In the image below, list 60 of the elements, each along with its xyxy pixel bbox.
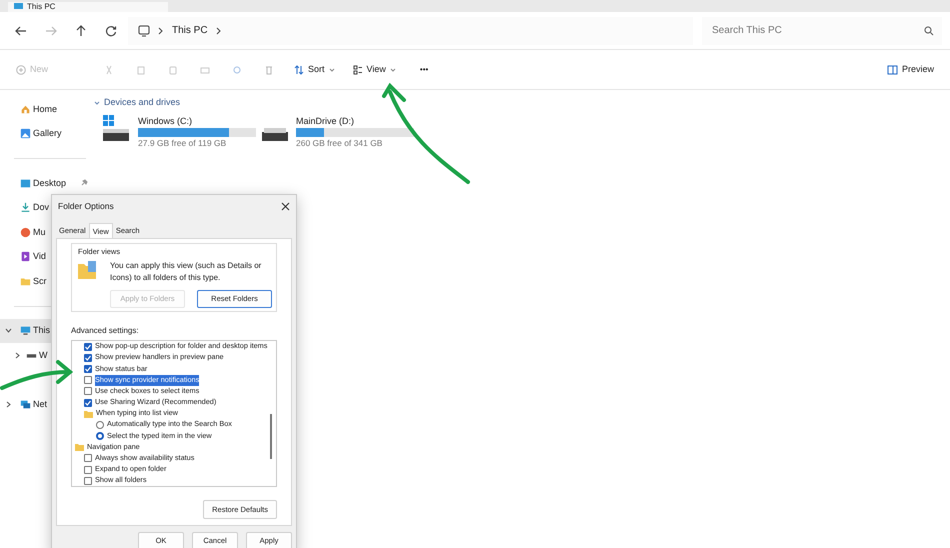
view-button[interactable]: View — [346, 60, 402, 80]
browser-tab[interactable]: This PC — [8, 2, 168, 12]
checkbox[interactable] — [84, 466, 92, 474]
folder-icon — [78, 260, 98, 280]
plus-icon — [16, 64, 26, 74]
drive-tile[interactable]: MainDrive (D:) 260 GB free of 341 GB — [262, 114, 412, 150]
drive-tile[interactable]: Windows (C:) 27.9 GB free of 119 GB — [102, 114, 252, 150]
preview-button[interactable]: Preview — [880, 60, 940, 80]
caret-icon — [328, 66, 335, 72]
checkbox[interactable] — [84, 387, 92, 396]
picture-icon — [20, 128, 31, 140]
chevron-icon[interactable] — [14, 352, 21, 359]
checkbox[interactable] — [84, 398, 92, 407]
address-bar[interactable]: This PC — [128, 16, 693, 44]
list-view-icon — [352, 64, 363, 74]
description-text: You can apply this view (such as Details or Icons) to all folders of this type. — [110, 260, 262, 284]
sidebar-item[interactable]: Scr — [0, 269, 90, 294]
folder-icon — [75, 443, 84, 452]
chevron-icon — [158, 26, 164, 36]
sort-button[interactable]: Sort — [288, 60, 341, 80]
back-icon[interactable] — [14, 24, 28, 38]
folder-icon — [84, 410, 93, 418]
home-icon — [20, 104, 31, 115]
dialog-title: Folder Options — [58, 200, 114, 213]
sidebar-item[interactable]: Net — [0, 392, 90, 416]
network-icon — [20, 398, 31, 410]
more-button[interactable]: ••• — [414, 60, 434, 78]
sidebar-item[interactable]: Desktop — [0, 171, 90, 196]
drive-usage-text: 260 GB free of 341 GB — [296, 137, 384, 150]
folder-icon — [20, 276, 31, 287]
chevron-icon[interactable] — [5, 327, 12, 334]
sort-icon — [294, 64, 304, 74]
up-arrow-icon[interactable] — [74, 24, 88, 38]
video-icon — [20, 251, 31, 262]
chevron-icon — [216, 26, 222, 36]
close-icon[interactable] — [281, 202, 290, 211]
chevron-icon[interactable] — [5, 400, 12, 408]
checkbox[interactable] — [84, 342, 92, 351]
checkbox[interactable] — [84, 476, 92, 485]
checkbox[interactable] — [84, 454, 92, 462]
sidebar-item[interactable]: Gallery — [0, 122, 90, 146]
refresh-icon[interactable] — [104, 24, 118, 38]
scrollbar-thumb[interactable] — [270, 414, 272, 459]
section-heading: Devices and drives — [104, 96, 180, 109]
radio-button[interactable] — [96, 420, 104, 429]
download-icon — [20, 202, 31, 214]
drive-usage-text: 27.9 GB free of 119 GB — [138, 137, 228, 150]
checkbox[interactable] — [84, 376, 92, 384]
sidebar-item[interactable]: Home — [0, 97, 90, 122]
checkbox[interactable] — [84, 354, 92, 362]
search-icon — [924, 26, 934, 36]
sidebar-item[interactable]: W — [0, 343, 90, 368]
breadcrumb[interactable]: This PC — [172, 23, 208, 38]
caret-icon — [390, 66, 396, 72]
chevron-icon[interactable] — [94, 100, 100, 106]
drive-name: Windows (C:) — [138, 114, 194, 128]
radio-button[interactable] — [96, 432, 104, 440]
panel-icon — [886, 64, 898, 74]
checkbox[interactable] — [84, 364, 92, 373]
drive-name: MainDrive (D:) — [296, 114, 356, 128]
